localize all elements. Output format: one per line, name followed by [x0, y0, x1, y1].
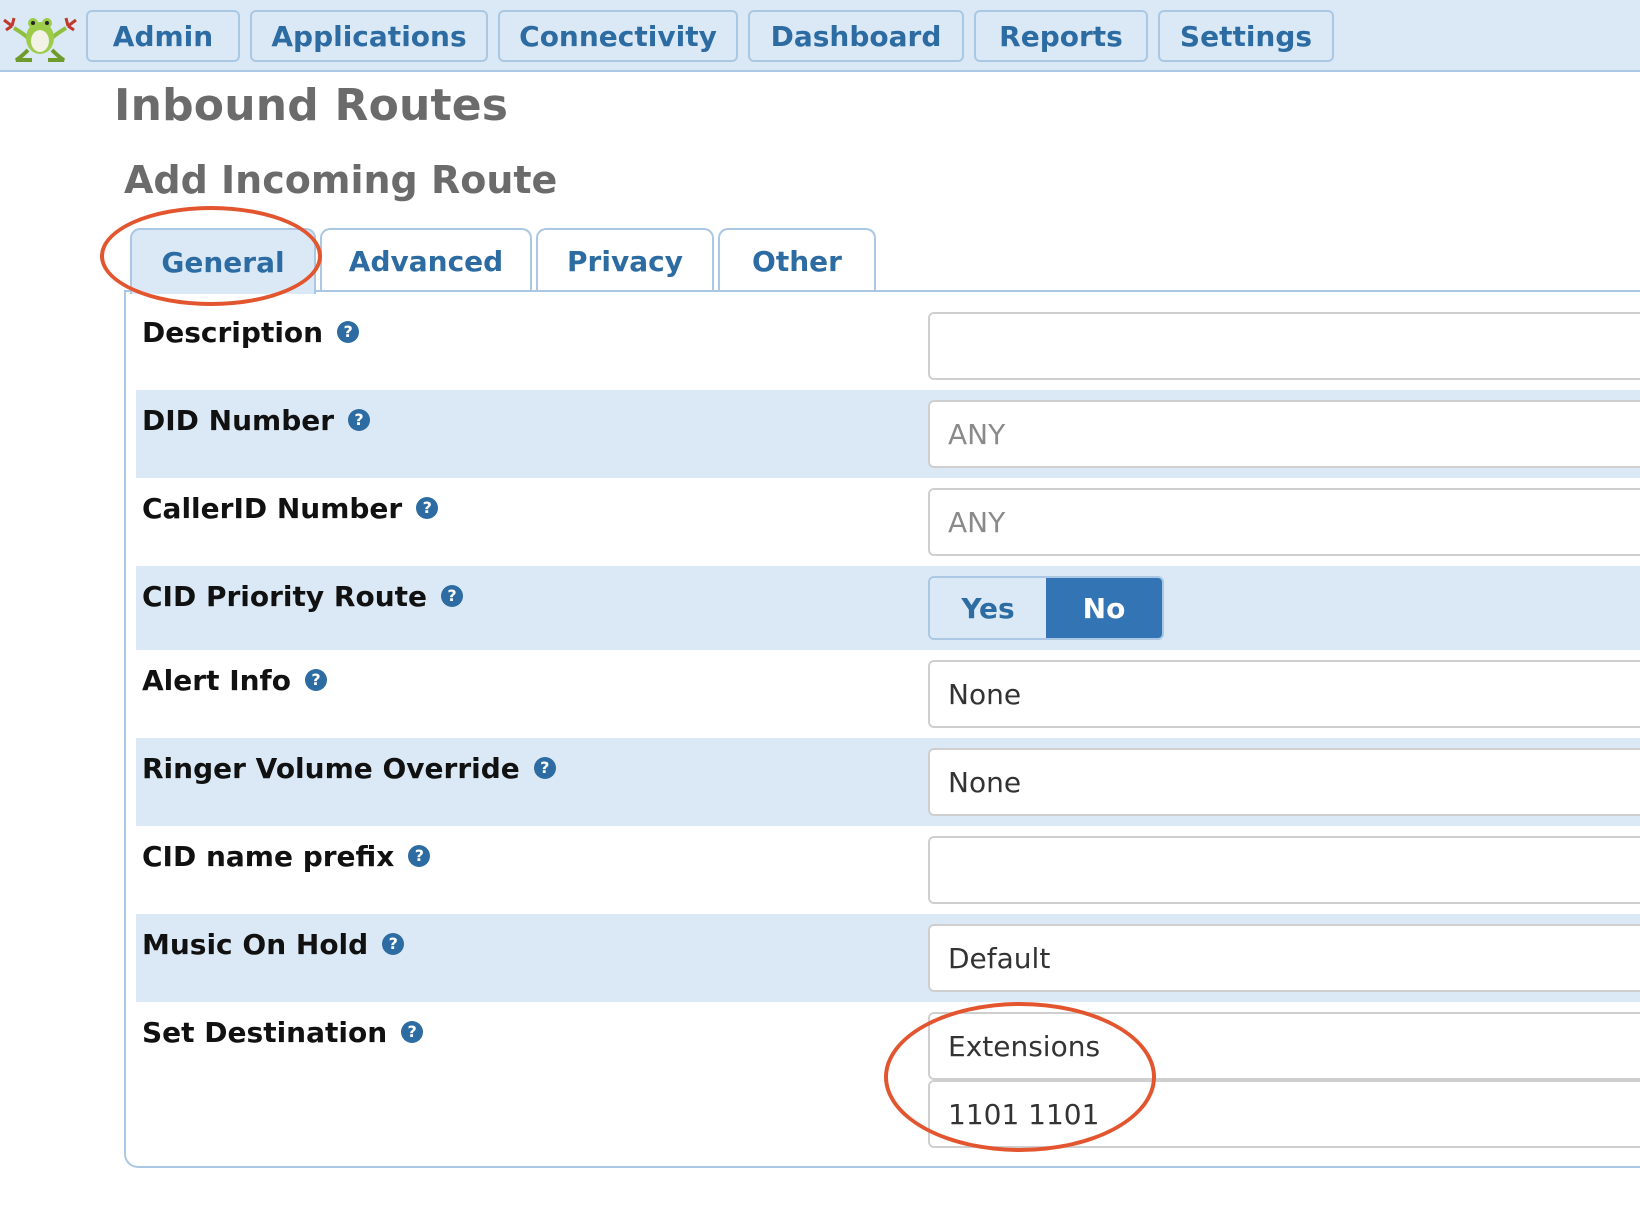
music-on-hold-label: Music On Hold ?	[142, 924, 405, 964]
tab-privacy[interactable]: Privacy	[536, 228, 714, 292]
description-label: Description ?	[142, 312, 360, 352]
alert-info-label: Alert Info ?	[142, 660, 327, 700]
destination-target-select[interactable]: 1101 1101	[928, 1080, 1640, 1148]
callerid-number-label: CallerID Number ?	[142, 488, 439, 528]
music-on-hold-help-icon[interactable]: ?	[382, 933, 405, 955]
callerid-number-help-icon[interactable]: ?	[416, 497, 439, 519]
section-title: Add Incoming Route	[124, 158, 558, 202]
did-number-input[interactable]: ANY	[928, 400, 1640, 468]
cid-priority-route-help-icon[interactable]: ?	[441, 585, 464, 607]
did-number-label: DID Number ?	[142, 400, 371, 440]
destination-type-select[interactable]: Extensions	[928, 1012, 1640, 1080]
top-navigation-bar: Admin Applications Connectivity Dashboar…	[0, 0, 1640, 72]
description-input[interactable]	[928, 312, 1640, 380]
nav-reports[interactable]: Reports	[974, 10, 1148, 62]
cid-priority-route-toggle: Yes No	[928, 576, 1164, 640]
cid-priority-no-option[interactable]: No	[1046, 578, 1162, 638]
nav-admin[interactable]: Admin	[86, 10, 240, 62]
ringer-volume-override-select[interactable]: None	[928, 748, 1640, 816]
cid-name-prefix-input[interactable]	[928, 836, 1640, 904]
nav-settings[interactable]: Settings	[1158, 10, 1334, 62]
ringer-volume-override-label: Ringer Volume Override ?	[142, 748, 556, 788]
cid-name-prefix-label: CID name prefix ?	[142, 836, 431, 876]
did-number-help-icon[interactable]: ?	[348, 409, 371, 431]
tab-advanced[interactable]: Advanced	[320, 228, 532, 292]
cid-priority-yes-option[interactable]: Yes	[930, 578, 1046, 638]
nav-applications[interactable]: Applications	[250, 10, 488, 62]
nav-connectivity[interactable]: Connectivity	[498, 10, 738, 62]
tab-general[interactable]: General	[130, 228, 316, 294]
cid-name-prefix-help-icon[interactable]: ?	[408, 845, 431, 867]
callerid-number-input[interactable]: ANY	[928, 488, 1640, 556]
frog-logo-icon[interactable]	[2, 8, 78, 64]
tab-other[interactable]: Other	[718, 228, 876, 292]
set-destination-label: Set Destination ?	[142, 1012, 424, 1052]
page-title: Inbound Routes	[114, 80, 509, 131]
alert-info-help-icon[interactable]: ?	[304, 669, 327, 691]
description-help-icon[interactable]: ?	[337, 321, 360, 343]
ringer-volume-override-help-icon[interactable]: ?	[533, 757, 556, 779]
cid-priority-route-label: CID Priority Route ?	[142, 576, 464, 616]
alert-info-select[interactable]: None	[928, 660, 1640, 728]
set-destination-help-icon[interactable]: ?	[401, 1021, 424, 1043]
music-on-hold-select[interactable]: Default	[928, 924, 1640, 992]
nav-dashboard[interactable]: Dashboard	[748, 10, 964, 62]
